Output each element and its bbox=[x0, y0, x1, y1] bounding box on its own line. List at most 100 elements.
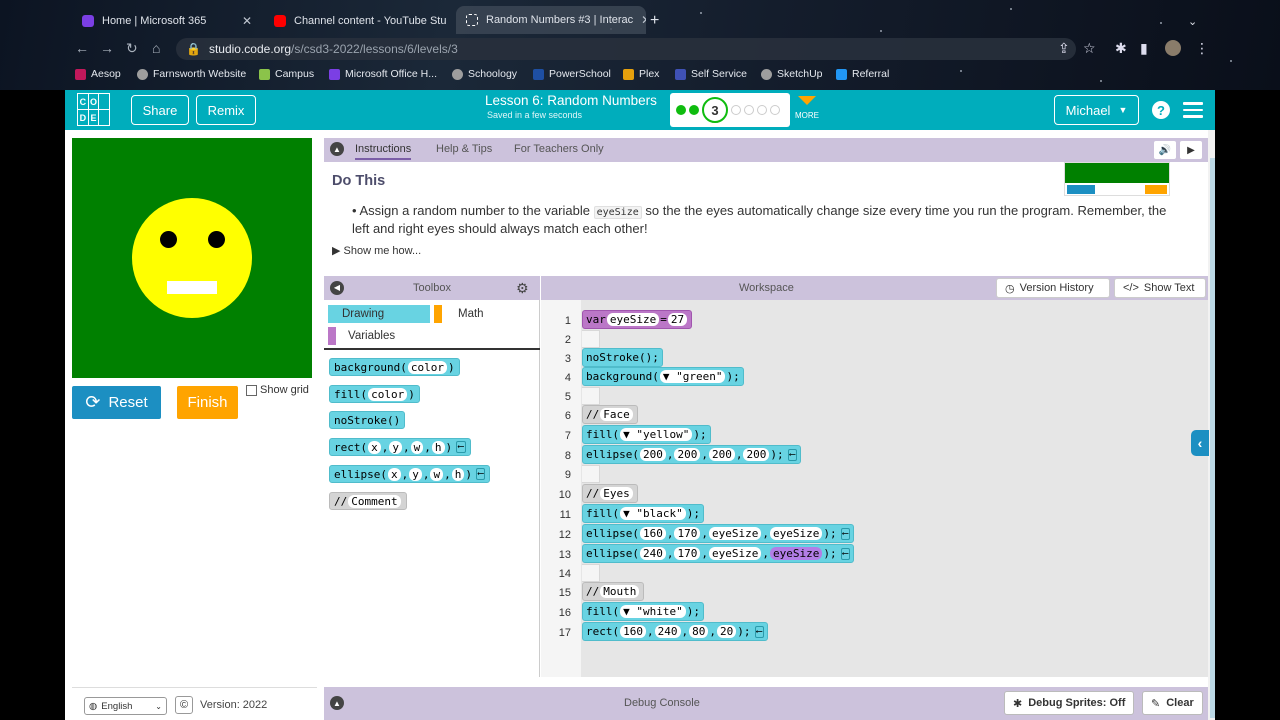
current-level-badge[interactable]: 3 bbox=[702, 97, 728, 123]
bookmark-powerschool[interactable]: PowerSchool bbox=[533, 68, 611, 80]
level-dot[interactable] bbox=[744, 105, 754, 115]
level-dot-completed[interactable] bbox=[676, 105, 686, 115]
bookmark-sketchup[interactable]: SketchUp bbox=[761, 68, 823, 80]
expand-params-icon[interactable]: ⟵ bbox=[754, 625, 764, 638]
browser-tab-random-numbers[interactable]: Random Numbers #3 | Interac ✕ bbox=[456, 6, 646, 34]
block-nostroke[interactable]: noStroke() bbox=[329, 411, 406, 429]
share-button[interactable]: Share bbox=[131, 95, 189, 125]
level-dot[interactable] bbox=[731, 105, 741, 115]
profile-avatar[interactable] bbox=[1165, 40, 1181, 56]
clear-button[interactable]: ✎ Clear bbox=[1142, 691, 1203, 715]
remix-button[interactable]: Remix bbox=[196, 95, 256, 125]
code-line-13[interactable]: ellipse(240, 170, eyeSize, eyeSize); ⟵ bbox=[582, 544, 854, 563]
bookmark-aesop[interactable]: Aesop bbox=[75, 68, 121, 80]
code-line-11[interactable]: fill(▼ "black"); bbox=[582, 504, 704, 523]
code-line-2[interactable] bbox=[582, 330, 600, 348]
code-line-1[interactable]: var eyeSize = 27 bbox=[582, 310, 693, 329]
block-ellipse[interactable]: ellipse(x, y, w, h) ⟵ bbox=[329, 465, 491, 483]
category-drawing[interactable]: Drawing bbox=[328, 305, 430, 323]
level-dot-completed[interactable] bbox=[689, 105, 699, 115]
level-dot[interactable] bbox=[770, 105, 780, 115]
code-line-10[interactable]: // Eyes bbox=[582, 484, 638, 503]
tab-help-tips[interactable]: Help & Tips bbox=[436, 143, 492, 155]
output-canvas[interactable] bbox=[72, 138, 312, 378]
bookmark-microsoft-office[interactable]: Microsoft Office H... bbox=[329, 68, 437, 80]
new-tab-button[interactable]: + bbox=[650, 8, 674, 34]
code-line-3[interactable]: noStroke(); bbox=[582, 348, 663, 367]
code-line-8[interactable]: ellipse(200, 200, 200, 200); ⟵ bbox=[582, 445, 802, 464]
code-line-14[interactable] bbox=[582, 564, 600, 582]
show-grid-toggle[interactable]: Show grid bbox=[246, 384, 309, 396]
expand-params-icon[interactable]: ⟵ bbox=[840, 547, 850, 560]
block-rect[interactable]: rect(x, y, w, h) ⟵ bbox=[329, 438, 471, 456]
show-me-how-link[interactable]: ▶ Show me how... bbox=[332, 244, 421, 257]
expand-params-icon[interactable]: ⟵ bbox=[475, 468, 486, 480]
workspace[interactable]: 1 2 3 4 5 6 7 8 9 10 11 12 13 14 15 16 1… bbox=[541, 300, 1208, 677]
forward-icon[interactable]: → bbox=[100, 40, 114, 56]
share-page-icon[interactable]: ⇪ bbox=[1058, 40, 1070, 57]
show-text-button[interactable]: </> Show Text bbox=[1114, 278, 1206, 298]
bookmark-campus[interactable]: Campus bbox=[259, 68, 314, 80]
bookmark-schoology[interactable]: Schoology bbox=[452, 68, 517, 80]
tab-teachers-only[interactable]: For Teachers Only bbox=[514, 143, 604, 155]
version-history-button[interactable]: ◷ Version History bbox=[996, 278, 1110, 298]
expand-panel-icon[interactable]: ‹ bbox=[1191, 430, 1209, 456]
bookmark-referral[interactable]: Referral bbox=[836, 68, 889, 80]
reload-icon[interactable]: ↻ bbox=[126, 40, 138, 57]
code-org-logo[interactable]: C O D E bbox=[77, 93, 110, 126]
language-select[interactable]: ◍ English ⌄ bbox=[84, 697, 167, 715]
expand-params-icon[interactable]: ⟵ bbox=[840, 527, 850, 540]
category-math[interactable]: Math bbox=[434, 305, 484, 323]
example-thumbnail[interactable] bbox=[1064, 162, 1170, 196]
close-tab-icon[interactable]: ✕ bbox=[242, 14, 252, 28]
play-icon[interactable]: ▶ bbox=[1180, 141, 1202, 159]
code-line-5[interactable] bbox=[582, 387, 600, 405]
reset-button[interactable]: ⟳ Reset bbox=[72, 386, 161, 419]
expand-params-icon[interactable]: ⟵ bbox=[456, 441, 466, 453]
code-line-6[interactable]: // Face bbox=[582, 405, 638, 424]
user-menu-button[interactable]: Michael ▼ bbox=[1054, 95, 1139, 125]
tab-search-icon[interactable]: ⌄ bbox=[1188, 8, 1212, 34]
code-line-15[interactable]: // Mouth bbox=[582, 582, 645, 601]
expand-debug-icon[interactable]: ▲ bbox=[330, 696, 344, 710]
code-line-7[interactable]: fill(▼ "yellow"); bbox=[582, 425, 711, 444]
hamburger-menu-icon[interactable] bbox=[1183, 102, 1203, 122]
bookmark-star-icon[interactable]: ☆ bbox=[1083, 40, 1096, 57]
code-line-17[interactable]: rect(160, 240, 80, 20); ⟵ bbox=[582, 622, 768, 641]
vertical-scrollbar[interactable] bbox=[1210, 158, 1215, 718]
help-icon[interactable]: ? bbox=[1152, 101, 1170, 119]
gear-icon[interactable]: ⚙ bbox=[516, 276, 529, 300]
close-tab-icon[interactable]: ✕ bbox=[641, 13, 646, 27]
block-comment[interactable]: // Comment bbox=[329, 492, 407, 510]
finish-button[interactable]: Finish bbox=[177, 386, 238, 419]
code-line-16[interactable]: fill(▼ "white"); bbox=[582, 602, 704, 621]
block-fill[interactable]: fill(color) bbox=[329, 385, 420, 403]
code-line-12[interactable]: ellipse(160, 170, eyeSize, eyeSize); ⟵ bbox=[582, 524, 854, 543]
extensions-icon[interactable]: ✱ bbox=[1115, 40, 1127, 57]
code-line-4[interactable]: background(▼ "green"); bbox=[582, 367, 744, 386]
level-dot[interactable] bbox=[757, 105, 767, 115]
bookmark-farnsworth[interactable]: Farnsworth Website bbox=[137, 68, 246, 80]
debug-sprites-button[interactable]: ✱ Debug Sprites: Off bbox=[1004, 691, 1135, 715]
show-grid-checkbox[interactable] bbox=[246, 384, 257, 396]
speaker-icon[interactable]: 🔊 bbox=[1154, 141, 1176, 159]
back-icon[interactable]: ← bbox=[75, 40, 89, 56]
address-bar[interactable]: 🔒 studio.code.org/s/csd3-2022/lessons/6/… bbox=[176, 38, 1076, 60]
bookmark-self-service[interactable]: Self Service bbox=[675, 68, 747, 80]
copyright-button[interactable]: © bbox=[175, 696, 193, 714]
menu-dots-icon[interactable]: ⋮ bbox=[1195, 40, 1209, 57]
more-levels-button[interactable]: MORE bbox=[792, 96, 822, 120]
collapse-instructions-icon[interactable]: ▲ bbox=[330, 142, 344, 156]
browser-tab-youtube[interactable]: Channel content - YouTube Stu ✕ bbox=[264, 8, 454, 34]
sidepanel-icon[interactable]: ▮ bbox=[1140, 40, 1148, 57]
bookmark-plex[interactable]: Plex bbox=[623, 68, 659, 80]
expand-params-icon[interactable]: ⟵ bbox=[787, 448, 798, 461]
category-variables[interactable]: Variables bbox=[328, 327, 395, 345]
lesson-title[interactable]: Lesson 6: Random Numbers bbox=[485, 93, 657, 108]
home-icon[interactable]: ⌂ bbox=[152, 40, 160, 56]
collapse-toolbox-icon[interactable]: ◀ bbox=[330, 281, 344, 295]
code-line-9[interactable] bbox=[582, 465, 600, 483]
tab-instructions[interactable]: Instructions bbox=[355, 143, 412, 160]
block-background[interactable]: background(color) bbox=[329, 358, 460, 376]
browser-tab-microsoft365[interactable]: Home | Microsoft 365 ✕ bbox=[72, 8, 262, 34]
